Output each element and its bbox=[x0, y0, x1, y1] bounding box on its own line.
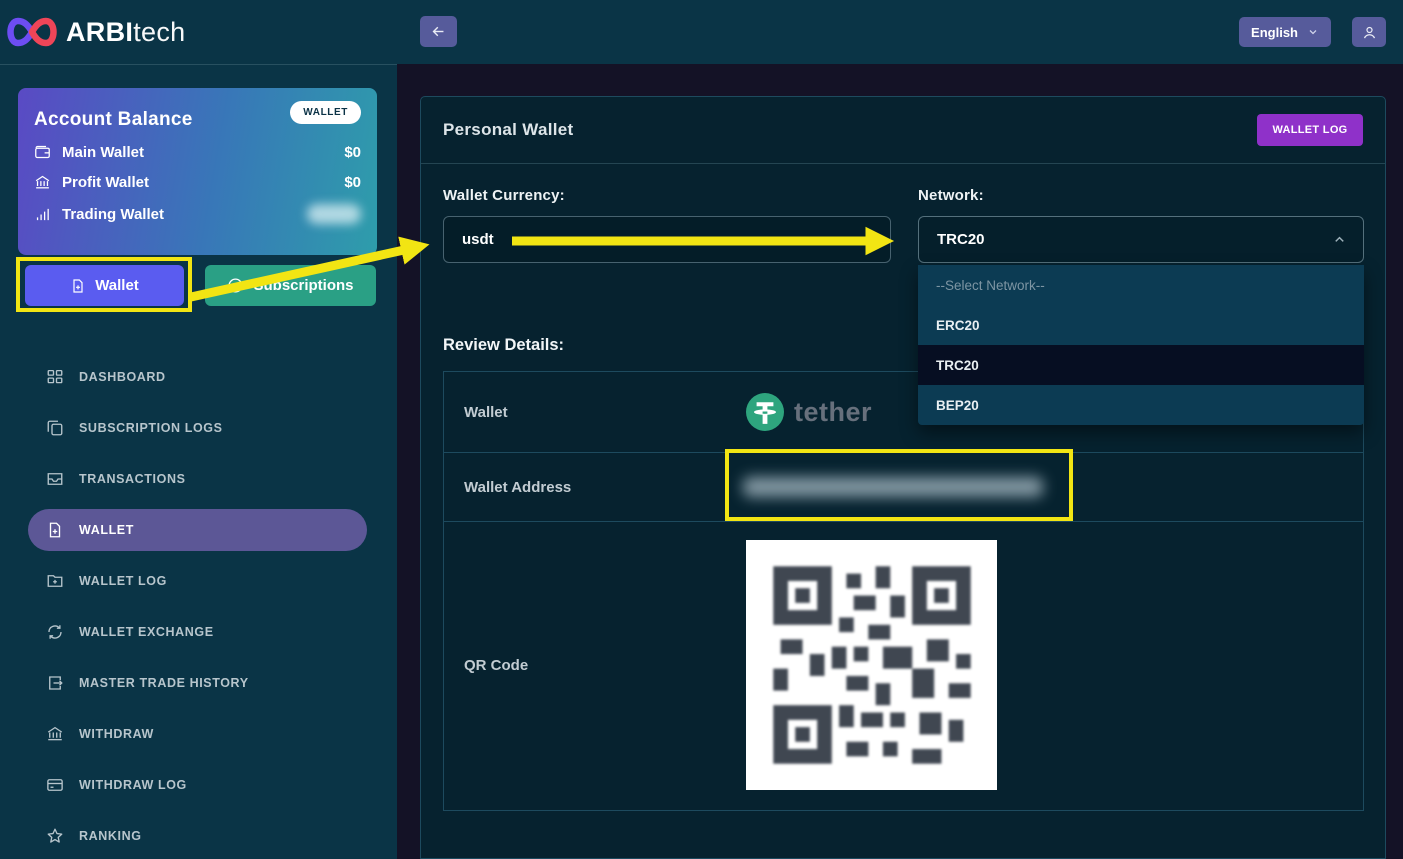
tether-wordmark: tether bbox=[794, 397, 872, 428]
balance-row-value: $0 bbox=[344, 144, 361, 161]
arbitech-app: ARBItech Account Balance WALLET Main Wal… bbox=[0, 0, 1403, 859]
balance-title: Account Balance bbox=[34, 109, 193, 131]
wallet-currency-input[interactable] bbox=[443, 216, 891, 263]
star-icon bbox=[46, 827, 64, 845]
credit-card-icon bbox=[46, 776, 64, 794]
topbar: English bbox=[397, 0, 1403, 64]
infinity-logo-icon bbox=[6, 15, 58, 49]
gauge-icon bbox=[227, 277, 244, 294]
sidebar-item-wallet[interactable]: WALLET bbox=[28, 509, 367, 551]
balance-row-main-wallet: Main Wallet $0 bbox=[34, 144, 361, 161]
bar-chart-icon bbox=[34, 206, 51, 223]
logo-wordmark: ARBItech bbox=[66, 17, 185, 48]
sidebar-item-withdraw-log[interactable]: WITHDRAW LOG bbox=[0, 764, 397, 806]
row-label: Wallet Address bbox=[444, 453, 727, 521]
sidebar-item-master-trade-history[interactable]: MASTER TRADE HISTORY bbox=[0, 662, 397, 704]
card-header: Personal Wallet WALLET LOG bbox=[421, 97, 1385, 164]
sidebar-item-subscription-logs[interactable]: SUBSCRIPTION LOGS bbox=[0, 407, 397, 449]
table-row-wallet-address: Wallet Address bbox=[444, 453, 1363, 522]
arrow-left-icon bbox=[430, 23, 447, 40]
file-plus-icon bbox=[70, 278, 86, 294]
balance-row-label: Profit Wallet bbox=[62, 174, 149, 191]
network-option-erc20[interactable]: ERC20 bbox=[918, 305, 1364, 345]
balance-row-label: Trading Wallet bbox=[62, 206, 164, 223]
sidebar-item-transactions[interactable]: TRANSACTIONS bbox=[0, 458, 397, 500]
exchange-icon bbox=[46, 623, 64, 641]
app-logo: ARBItech bbox=[0, 0, 397, 65]
tether-coin-icon bbox=[746, 393, 784, 431]
bank-icon bbox=[34, 174, 51, 191]
wallet-currency-label: Wallet Currency: bbox=[443, 187, 565, 204]
bank-icon bbox=[46, 725, 64, 743]
review-details-table: Wallet tether Wallet Address bbox=[443, 371, 1364, 811]
wallet-log-button[interactable]: WALLET LOG bbox=[1257, 114, 1363, 146]
export-icon bbox=[46, 674, 64, 692]
balance-row-trading-wallet: Trading Wallet bbox=[34, 204, 361, 224]
sidebar-item-wallet-exchange[interactable]: WALLET EXCHANGE bbox=[0, 611, 397, 653]
wallet-icon bbox=[34, 144, 51, 161]
wallet-button[interactable]: Wallet bbox=[25, 265, 184, 306]
language-selector[interactable]: English bbox=[1239, 17, 1331, 47]
balance-row-label: Main Wallet bbox=[62, 144, 144, 161]
sidebar-item-wallet-log[interactable]: WALLET LOG bbox=[0, 560, 397, 602]
file-plus-icon bbox=[46, 521, 64, 539]
inbox-icon bbox=[46, 470, 64, 488]
chevron-up-icon bbox=[1332, 232, 1347, 247]
blurred-wallet-address bbox=[743, 477, 1043, 497]
sidebar-item-withdraw[interactable]: WITHDRAW bbox=[0, 713, 397, 755]
network-option-bep20[interactable]: BEP20 bbox=[918, 385, 1364, 425]
sidebar: ARBItech Account Balance WALLET Main Wal… bbox=[0, 0, 397, 859]
sidebar-nav: DASHBOARD SUBSCRIPTION LOGS TRANSACTIONS… bbox=[0, 356, 397, 859]
sidebar-item-ranking[interactable]: RANKING bbox=[0, 815, 397, 857]
copy-icon bbox=[46, 419, 64, 437]
user-menu-button[interactable] bbox=[1352, 17, 1386, 47]
balance-row-value: $0 bbox=[344, 174, 361, 191]
account-balance-card: Account Balance WALLET Main Wallet $0 Pr… bbox=[18, 88, 377, 255]
network-label: Network: bbox=[918, 187, 984, 204]
folder-plus-icon bbox=[46, 572, 64, 590]
wallet-badge: WALLET bbox=[290, 101, 361, 124]
qr-code-image bbox=[746, 540, 997, 790]
row-label: QR Code bbox=[444, 522, 727, 809]
subscriptions-button[interactable]: Subscriptions bbox=[205, 265, 376, 306]
tether-logo: tether bbox=[746, 393, 872, 431]
page-title: Personal Wallet bbox=[443, 120, 573, 140]
network-dropdown: --Select Network-- ERC20 TRC20 BEP20 bbox=[918, 265, 1364, 425]
blurred-qr-pattern bbox=[766, 559, 978, 771]
balance-row-profit-wallet: Profit Wallet $0 bbox=[34, 174, 361, 191]
back-button[interactable] bbox=[420, 16, 457, 47]
network-option-placeholder[interactable]: --Select Network-- bbox=[918, 265, 1364, 305]
table-row-qr-code: QR Code bbox=[444, 522, 1363, 809]
dashboard-icon bbox=[46, 368, 64, 386]
network-option-trc20[interactable]: TRC20 bbox=[918, 345, 1364, 385]
chevron-down-icon bbox=[1307, 26, 1319, 38]
network-select[interactable]: TRC20 bbox=[918, 216, 1364, 263]
review-details-title: Review Details: bbox=[443, 336, 564, 355]
personal-wallet-card: Personal Wallet WALLET LOG Wallet Curren… bbox=[420, 96, 1386, 859]
row-label: Wallet bbox=[444, 372, 727, 452]
user-icon bbox=[1362, 25, 1377, 40]
network-selected-value: TRC20 bbox=[937, 231, 985, 248]
sidebar-item-dashboard[interactable]: DASHBOARD bbox=[0, 356, 397, 398]
blurred-balance-value bbox=[307, 204, 361, 224]
